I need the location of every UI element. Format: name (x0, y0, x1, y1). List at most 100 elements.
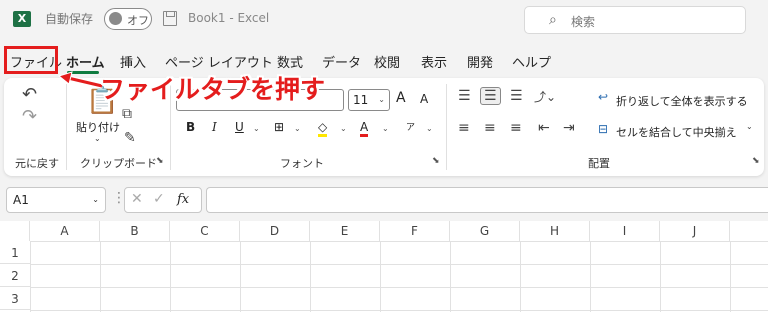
grid-line (30, 287, 768, 288)
align-left-icon[interactable]: ≡ (458, 120, 470, 136)
chevron-down-icon: ⌄ (92, 195, 99, 204)
enter-icon[interactable]: ✓ (153, 191, 165, 207)
grid-line (30, 264, 768, 265)
phonetic-icon[interactable]: ア (406, 120, 415, 133)
tab-data[interactable]: データ (322, 52, 361, 71)
font-size-select[interactable]: 11 ⌄ (348, 89, 390, 111)
grid-line (30, 241, 31, 312)
column-header[interactable]: A (30, 221, 100, 241)
column-header[interactable]: H (520, 221, 590, 241)
cancel-icon[interactable]: ✕ (131, 191, 143, 207)
wrap-text-icon[interactable]: ↩ (598, 90, 608, 104)
grid-line (30, 241, 768, 242)
save-icon[interactable] (163, 11, 177, 26)
group-divider (66, 84, 67, 170)
tab-formulas[interactable]: 数式 (277, 52, 303, 71)
search-input[interactable]: ⌕ 検索 (524, 6, 746, 34)
column-header[interactable]: B (100, 221, 170, 241)
group-divider (446, 84, 447, 170)
paste-label[interactable]: 貼り付け (76, 119, 120, 135)
decrease-indent-icon[interactable]: ⇤ (538, 120, 550, 136)
font-launcher-icon[interactable]: ⬊ (432, 156, 440, 166)
excel-logo-icon: X (13, 11, 31, 27)
tab-insert[interactable]: 挿入 (120, 52, 146, 71)
grid-line (660, 241, 661, 312)
grid-line (380, 241, 381, 312)
autosave-label: 自動保存 (45, 12, 94, 26)
orientation-icon[interactable]: ⤴⌄ (534, 88, 556, 105)
fill-color-icon[interactable]: ◇ (318, 120, 328, 137)
alignment-group-label: 配置 (588, 157, 610, 170)
column-header[interactable]: G (450, 221, 520, 241)
borders-icon[interactable]: ⊞ (274, 120, 284, 134)
alignment-launcher-icon[interactable]: ⬊ (752, 156, 760, 166)
underline-button[interactable]: U (235, 120, 244, 134)
paste-dropdown-icon[interactable]: ⌄ (94, 134, 101, 143)
increase-indent-icon[interactable]: ⇥ (563, 120, 575, 136)
tab-page-layout[interactable]: ページ レイアウト (165, 52, 273, 71)
align-middle-icon[interactable]: ☰ (480, 87, 501, 105)
undo-icon[interactable]: ↶ (22, 84, 37, 105)
clipboard-group-label: クリップボード (80, 157, 157, 170)
autosave-toggle[interactable]: オフ (104, 8, 152, 30)
tab-view[interactable]: 表示 (421, 52, 447, 71)
chevron-down-icon[interactable]: ⌄ (340, 124, 347, 133)
grid-line (590, 241, 591, 312)
chevron-down-icon[interactable]: ⌄ (294, 124, 301, 133)
grid-line (450, 241, 451, 312)
italic-button[interactable]: I (212, 120, 217, 134)
format-painter-icon[interactable]: ✎ (124, 130, 136, 146)
row-header[interactable]: 1 (0, 242, 30, 264)
grid-line (170, 241, 171, 312)
align-bottom-icon[interactable]: ☰ (510, 88, 523, 104)
column-header[interactable]: J (660, 221, 730, 241)
arrow-icon (57, 71, 103, 89)
toggle-knob (109, 12, 122, 25)
grow-font-button[interactable]: A (396, 90, 406, 106)
align-right-icon[interactable]: ≡ (510, 120, 522, 136)
undo-group-label: 元に戻す (15, 157, 59, 170)
tab-developer[interactable]: 開発 (467, 52, 493, 71)
font-group-label: フォント (280, 157, 324, 170)
chevron-down-icon[interactable]: ⌄ (426, 124, 433, 133)
chevron-down-icon[interactable]: ⌄ (746, 122, 753, 131)
align-center-icon[interactable]: ≡ (484, 120, 496, 136)
tab-home[interactable]: ホーム (66, 52, 105, 71)
bold-button[interactable]: B (186, 120, 195, 134)
tab-help[interactable]: ヘルプ (512, 52, 551, 71)
search-icon: ⌕ (549, 12, 557, 28)
align-top-icon[interactable]: ☰ (458, 88, 471, 104)
chevron-down-icon: ⌄ (378, 95, 385, 104)
chevron-down-icon[interactable]: ⌄ (253, 124, 260, 133)
row-header[interactable]: 3 (0, 288, 30, 310)
cell-reference: A1 (13, 193, 29, 207)
shrink-font-button[interactable]: A (420, 92, 428, 106)
chevron-down-icon[interactable]: ⌄ (382, 124, 389, 133)
grid-line (100, 241, 101, 312)
merge-center-button[interactable]: セルを結合して中央揃え (616, 124, 737, 140)
column-header[interactable]: E (310, 221, 380, 241)
grid-line (310, 241, 311, 312)
autosave-state: オフ (127, 14, 149, 27)
name-box[interactable]: A1 ⌄ (6, 187, 106, 213)
column-header[interactable] (730, 221, 768, 241)
annotation-callout: ファイルタブを押す (100, 75, 326, 104)
redo-icon[interactable]: ↷ (22, 106, 37, 127)
wrap-text-button[interactable]: 折り返して全体を表示する (616, 93, 748, 109)
grid-line (240, 241, 241, 312)
file-tab-highlight (4, 46, 58, 74)
column-header[interactable]: I (590, 221, 660, 241)
formula-input[interactable] (206, 187, 768, 213)
merge-center-icon[interactable]: ⊟ (598, 122, 608, 136)
row-header[interactable]: 2 (0, 265, 30, 287)
tab-review[interactable]: 校閲 (374, 52, 400, 71)
column-header[interactable]: D (240, 221, 310, 241)
select-all-corner[interactable] (0, 221, 30, 241)
clipboard-launcher-icon[interactable]: ⬊ (156, 156, 164, 166)
copy-icon[interactable]: ⧉ (122, 106, 132, 122)
insert-function-button[interactable]: fx (177, 192, 189, 207)
column-header[interactable]: C (170, 221, 240, 241)
font-color-button[interactable]: A (360, 120, 369, 137)
document-title: Book1 - Excel (188, 11, 270, 25)
column-header[interactable]: F (380, 221, 450, 241)
